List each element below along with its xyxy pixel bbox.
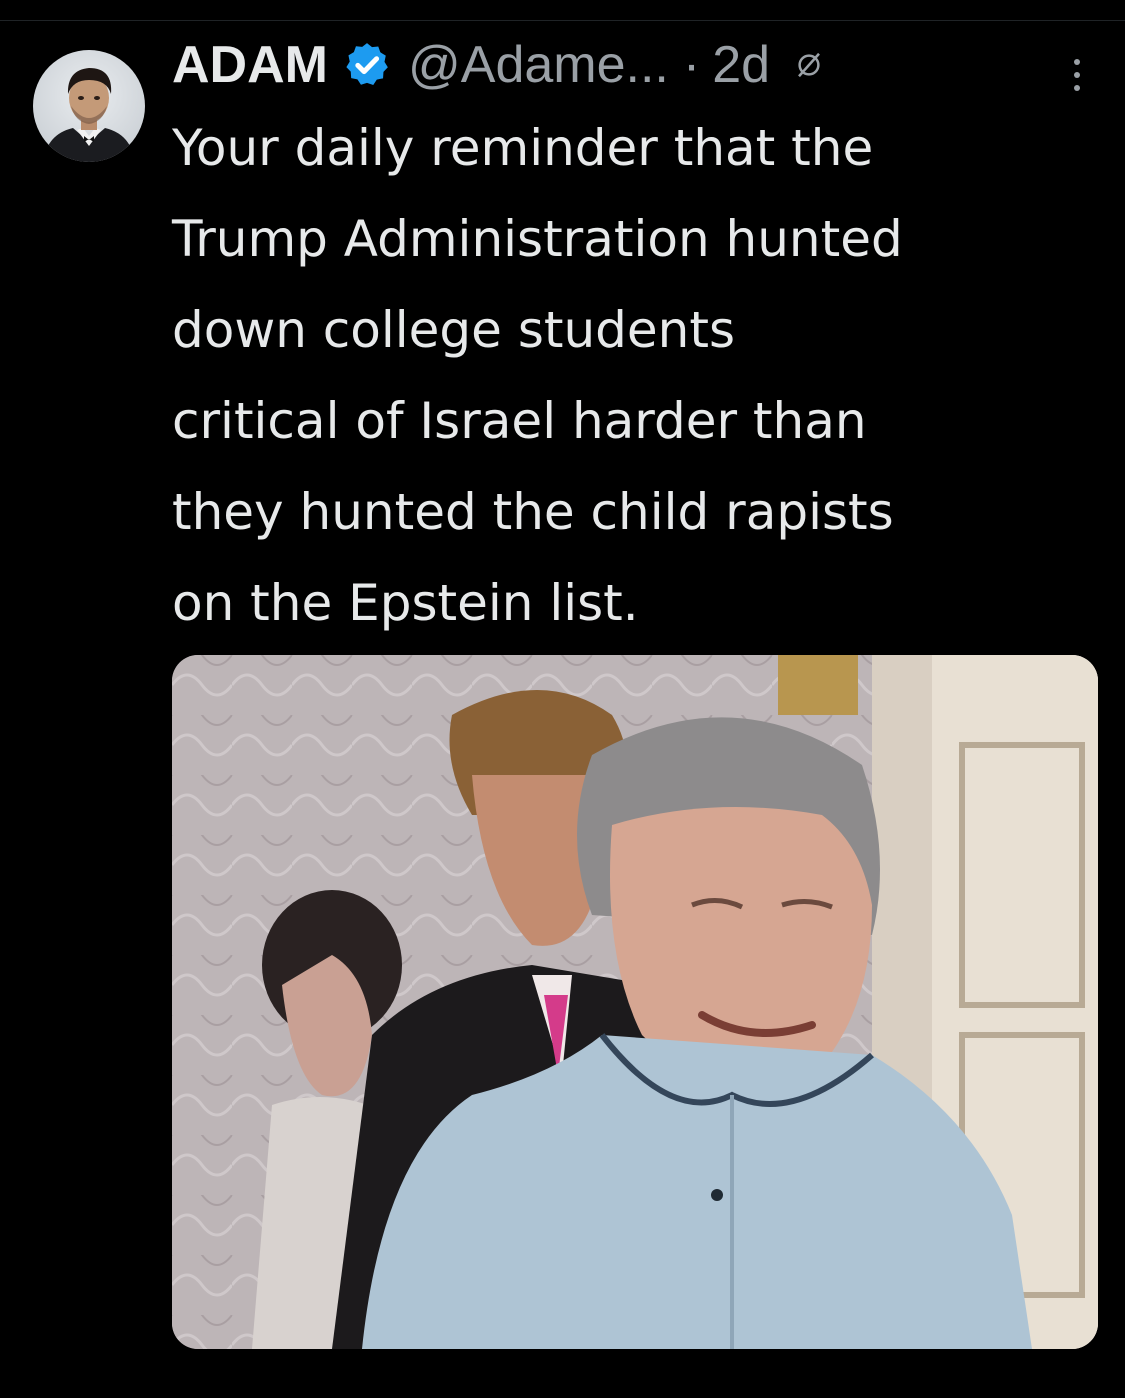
edited-icon [798, 52, 820, 78]
author-avatar[interactable] [33, 50, 145, 162]
post-text: Your daily reminder that the Trump Admin… [172, 119, 903, 632]
author-handle[interactable]: @Adame... [408, 39, 669, 91]
author-name[interactable]: ADAM [172, 39, 328, 91]
more-vertical-icon[interactable] [1066, 54, 1088, 96]
post-media-photo[interactable] [172, 655, 1098, 1349]
post-timestamp[interactable]: 2d [712, 39, 770, 91]
verified-badge-icon[interactable] [342, 40, 392, 90]
top-divider [0, 20, 1125, 21]
separator-dot: · [682, 36, 701, 94]
post-header: ADAM @Adame... · 2d [172, 30, 824, 100]
